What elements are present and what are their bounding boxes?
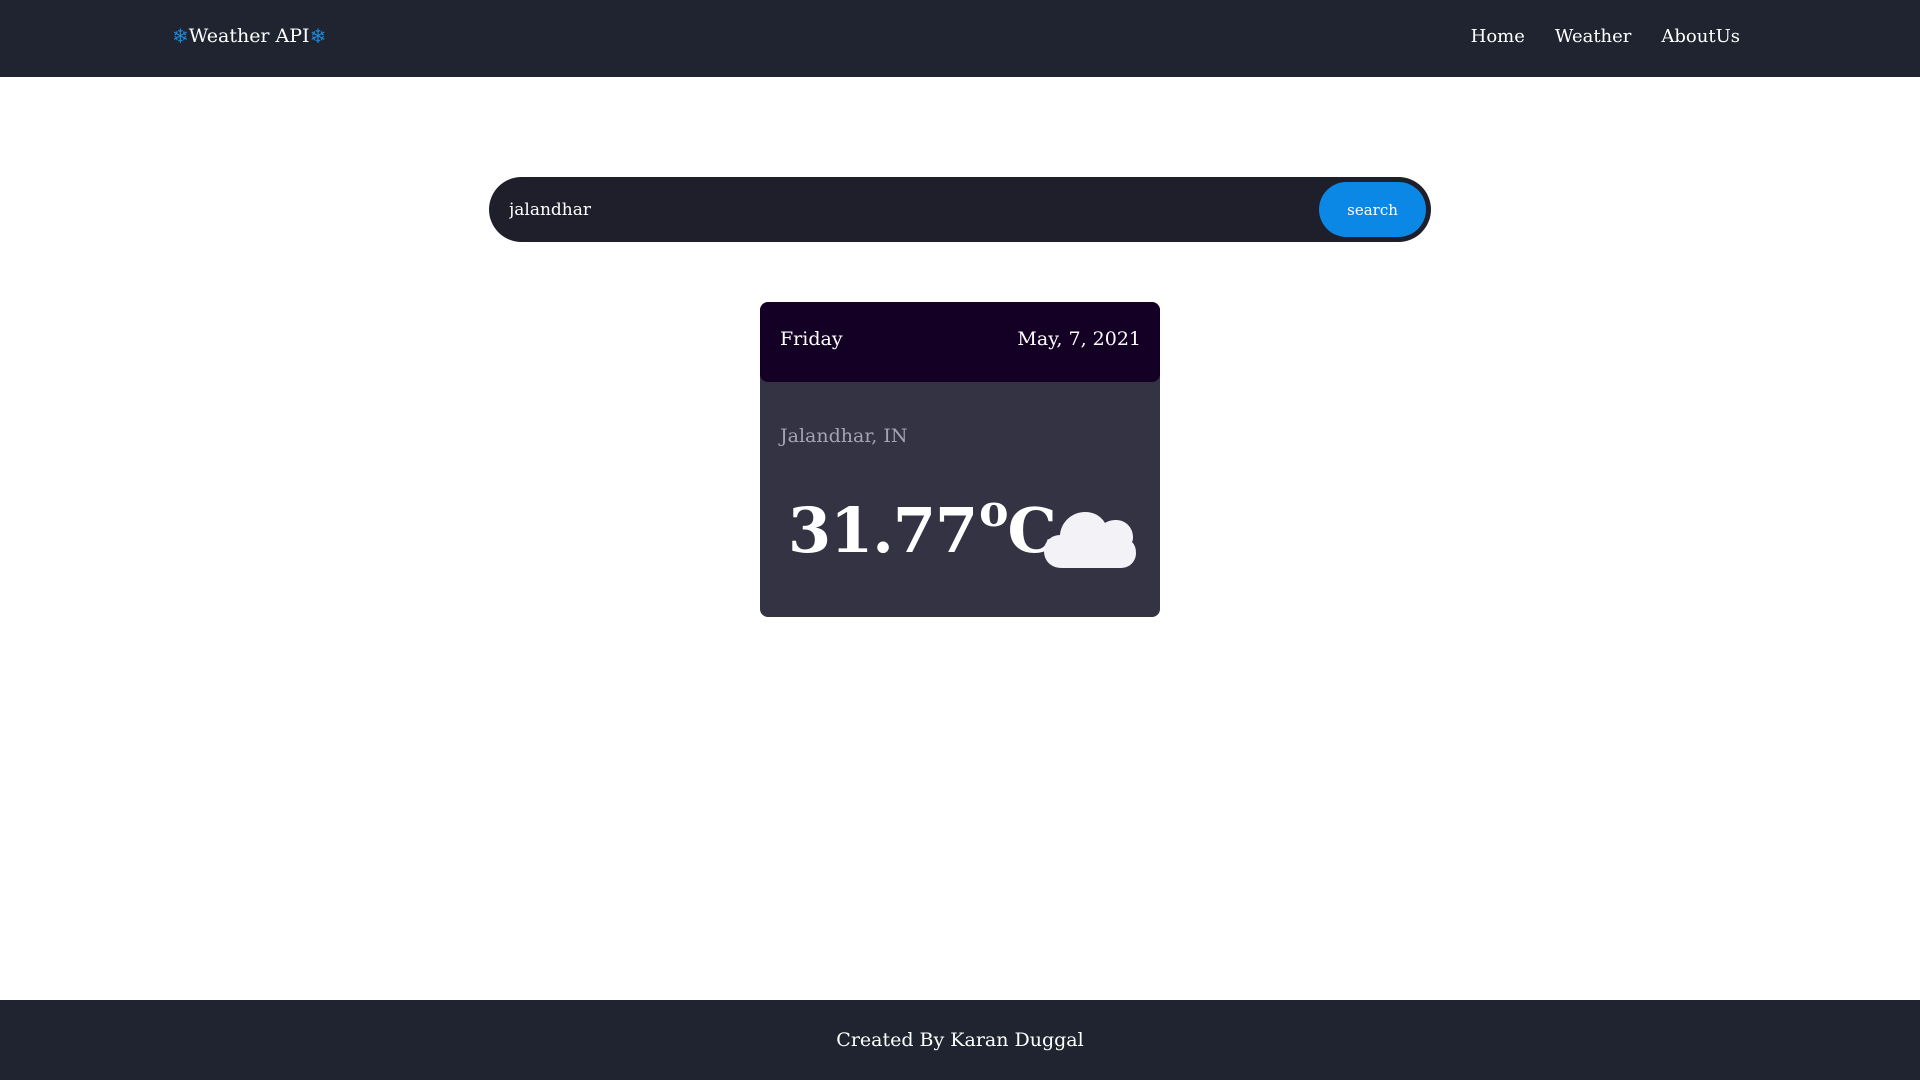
navbar: ❄ Weather API ❄ Home Weather AboutUs	[0, 0, 1920, 77]
brand-logo[interactable]: ❄ Weather API ❄	[172, 25, 326, 47]
snowflake-icon: ❄	[172, 24, 189, 48]
card-header: Friday May, 7, 2021	[760, 302, 1160, 382]
nav-menu: Home Weather AboutUs	[1471, 26, 1740, 47]
nav-link-weather[interactable]: Weather	[1555, 26, 1632, 47]
search-bar: search	[489, 177, 1431, 242]
weather-date: May, 7, 2021	[1017, 328, 1141, 350]
nav-link-home[interactable]: Home	[1471, 26, 1525, 47]
footer: Created By Karan Duggal	[0, 1000, 1920, 1080]
brand-title: Weather API	[188, 25, 310, 47]
cloud-icon	[1044, 512, 1136, 568]
temperature-readout: 31.77oC	[788, 490, 1057, 562]
weather-location: Jalandhar, IN	[780, 425, 908, 447]
search-input[interactable]	[509, 177, 1289, 242]
snowflake-icon: ❄	[309, 24, 327, 48]
nav-link-aboutus[interactable]: AboutUs	[1661, 26, 1740, 47]
footer-credit: Created By Karan Duggal	[836, 1029, 1084, 1051]
weather-card: Friday May, 7, 2021 Jalandhar, IN 31.77o…	[760, 302, 1160, 617]
temperature-value: 31.77	[788, 494, 978, 567]
degree-symbol: o	[979, 486, 1008, 537]
weather-day: Friday	[780, 328, 843, 350]
search-button[interactable]: search	[1319, 182, 1426, 237]
